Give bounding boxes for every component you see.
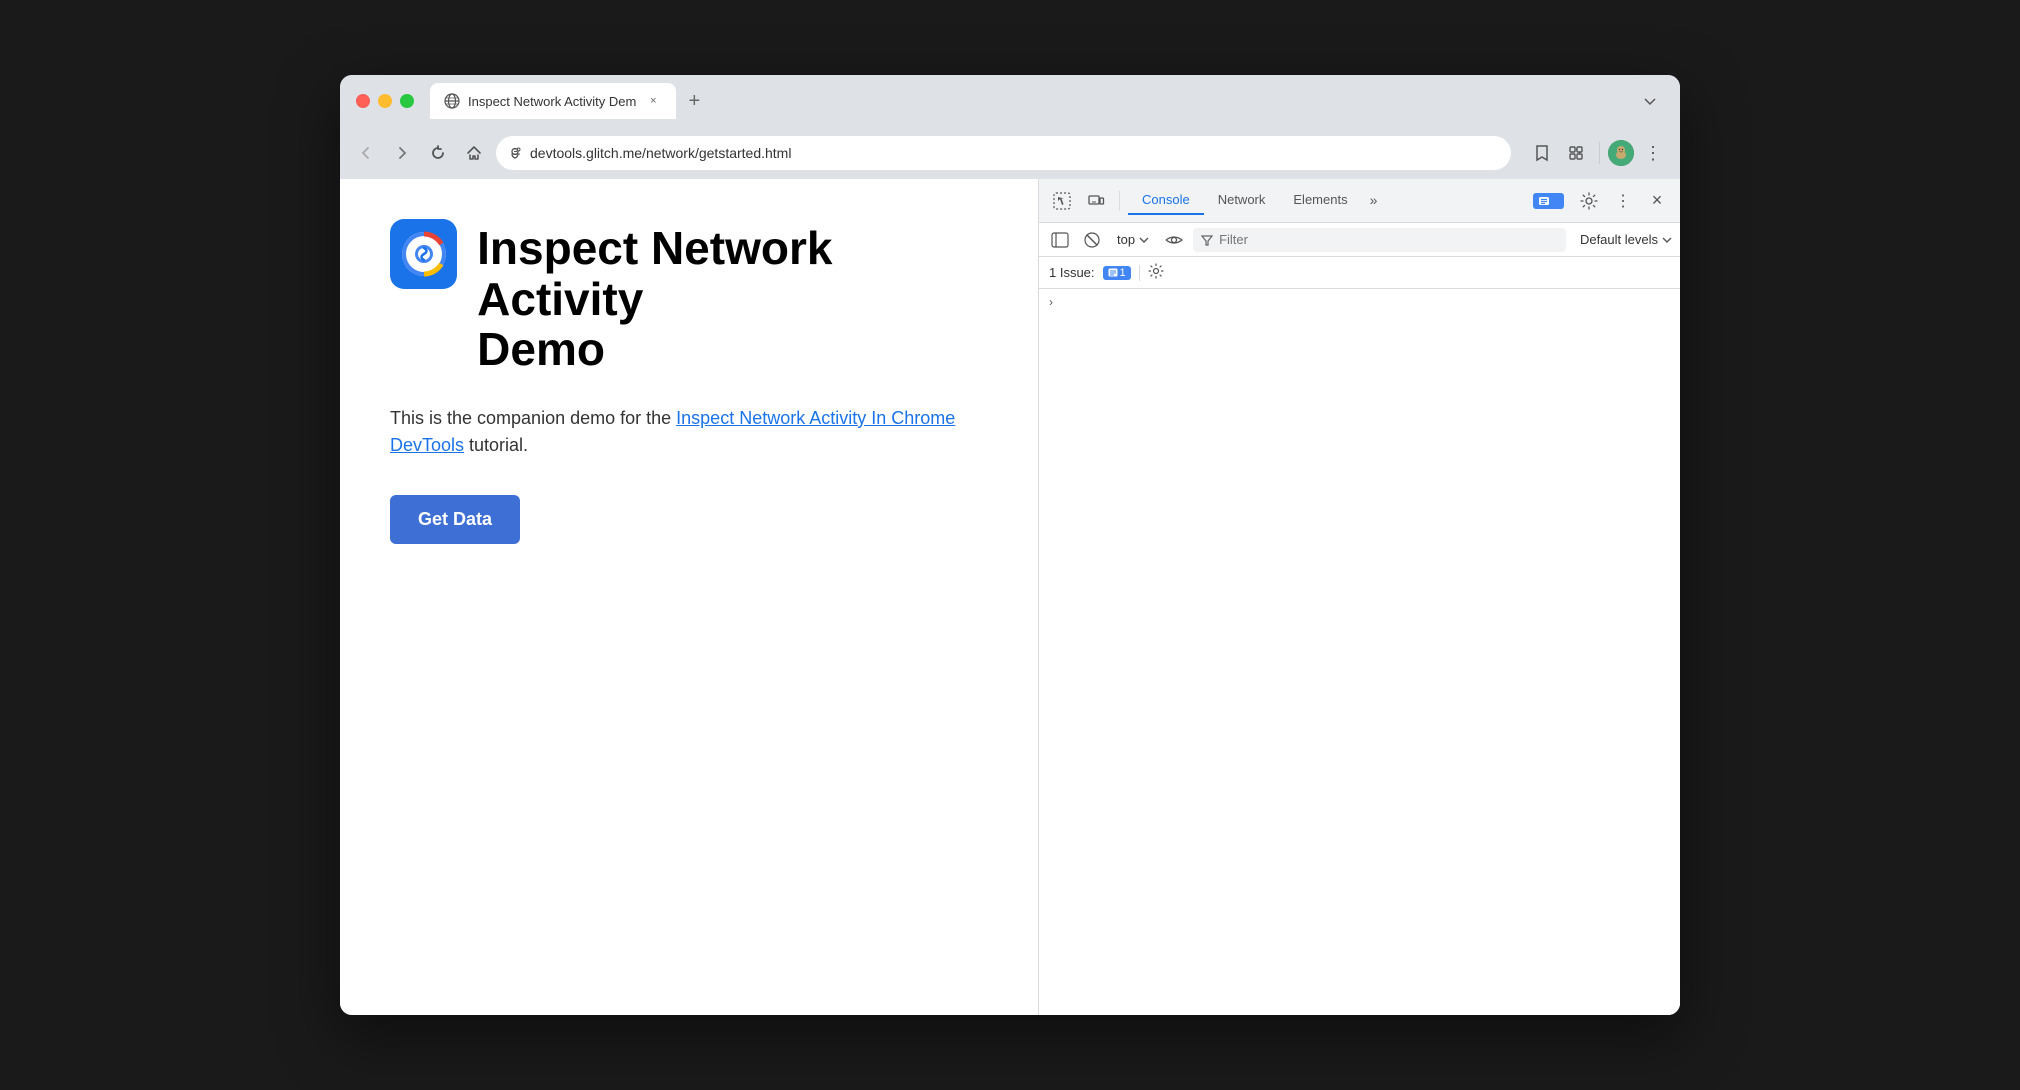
refresh-button[interactable] — [424, 139, 452, 167]
clear-console-button[interactable] — [1079, 227, 1105, 253]
bookmark-icon — [1533, 144, 1551, 162]
console-tab[interactable]: Console — [1128, 186, 1204, 215]
context-arrow-icon — [1139, 236, 1149, 244]
new-tab-button[interactable]: + — [680, 87, 708, 115]
device-toolbar-icon — [1087, 192, 1105, 210]
devtools-panel: Console Network Elements » 1 — [1038, 179, 1680, 1015]
minimize-traffic-light[interactable] — [378, 94, 392, 108]
issues-bar-label: 1 Issue: — [1049, 265, 1095, 280]
home-icon — [466, 145, 482, 161]
inspect-element-button[interactable] — [1047, 186, 1077, 216]
tab-title: Inspect Network Activity Dem — [468, 94, 636, 109]
more-tabs-button[interactable]: » — [1362, 186, 1386, 216]
issues-count: 1 — [1552, 194, 1559, 208]
bookmark-button[interactable] — [1527, 138, 1557, 168]
page-content: Inspect Network Activity Demo This is th… — [340, 179, 1038, 1015]
address-bar-actions: ⋮ — [1527, 138, 1668, 168]
gear-icon — [1580, 192, 1598, 210]
levels-arrow-icon — [1662, 236, 1672, 244]
devtools-close-button[interactable]: × — [1642, 186, 1672, 216]
issues-gear-icon — [1148, 263, 1164, 279]
page-title: Inspect Network Activity Demo — [477, 223, 988, 375]
back-icon — [358, 145, 374, 161]
extension-button[interactable] — [1561, 138, 1591, 168]
toolbar-divider — [1599, 142, 1600, 164]
devtools-tabs: Console Network Elements » — [1128, 186, 1529, 216]
site-logo — [390, 219, 457, 289]
eye-button[interactable] — [1161, 227, 1187, 253]
sidebar-icon — [1051, 232, 1069, 248]
forward-button[interactable] — [388, 139, 416, 167]
chrome-menu-button[interactable]: ⋮ — [1638, 138, 1668, 168]
devtools-more-button[interactable]: ⋮ — [1608, 186, 1638, 216]
network-tab[interactable]: Network — [1204, 186, 1280, 215]
security-icon — [508, 146, 522, 160]
extension-icon — [1567, 144, 1585, 162]
address-bar[interactable]: devtools.glitch.me/network/getstarted.ht… — [496, 136, 1511, 170]
toolbar-separator — [1119, 191, 1120, 211]
issues-count-display[interactable]: 1 — [1103, 266, 1131, 280]
chrome-os-bar: Inspect Network Activity Dem × + — [340, 75, 1680, 127]
home-button[interactable] — [460, 139, 488, 167]
url-text: devtools.glitch.me/network/getstarted.ht… — [530, 145, 1499, 161]
tab-bar-end — [1636, 87, 1664, 115]
maximize-traffic-light[interactable] — [400, 94, 414, 108]
filter-icon — [1201, 234, 1213, 246]
issues-badge-bar: 1 — [1103, 266, 1131, 280]
issues-bar-count: 1 — [1120, 267, 1126, 279]
chevron-down-icon — [1643, 94, 1657, 108]
console-row-chevron[interactable]: › — [1049, 295, 1053, 309]
traffic-lights — [356, 94, 414, 108]
console-toolbar: top — [1039, 223, 1680, 257]
clear-icon — [1084, 232, 1100, 248]
issues-bar-divider — [1139, 265, 1140, 281]
profile-icon — [1608, 140, 1634, 166]
console-content: › — [1039, 289, 1680, 1015]
get-data-button[interactable]: Get Data — [390, 495, 520, 544]
address-bar-area: devtools.glitch.me/network/getstarted.ht… — [340, 127, 1680, 179]
console-row: › — [1039, 293, 1680, 311]
default-levels-label: Default levels — [1580, 232, 1658, 247]
issues-icon — [1538, 196, 1550, 206]
default-levels-selector[interactable]: Default levels — [1580, 232, 1672, 247]
console-filter[interactable] — [1193, 228, 1566, 252]
context-selector[interactable]: top — [1111, 230, 1155, 249]
profile-avatar[interactable] — [1608, 140, 1634, 166]
tab-overflow-button[interactable] — [1636, 87, 1664, 115]
browser-window: Inspect Network Activity Dem × + — [340, 75, 1680, 1015]
console-sidebar-button[interactable] — [1047, 227, 1073, 253]
tab-favicon-icon — [444, 93, 460, 109]
elements-tab[interactable]: Elements — [1279, 186, 1361, 215]
devtools-settings-button[interactable] — [1574, 186, 1604, 216]
chrome-logo-icon — [399, 229, 449, 279]
tab-close-button[interactable]: × — [644, 92, 662, 110]
filter-input[interactable] — [1219, 232, 1558, 247]
context-label: top — [1117, 232, 1135, 247]
active-tab[interactable]: Inspect Network Activity Dem × — [430, 83, 676, 119]
forward-icon — [394, 145, 410, 161]
close-traffic-light[interactable] — [356, 94, 370, 108]
profile-image — [1608, 140, 1634, 166]
issues-badge-icon: 1 — [1533, 193, 1564, 209]
device-toolbar-button[interactable] — [1081, 186, 1111, 216]
page-description: This is the companion demo for the Inspe… — [390, 405, 988, 459]
issues-badge[interactable]: 1 — [1533, 193, 1564, 209]
eye-icon — [1165, 233, 1183, 247]
back-button[interactable] — [352, 139, 380, 167]
refresh-icon — [430, 145, 446, 161]
inspect-icon — [1053, 192, 1071, 210]
issues-bar: 1 Issue: 1 — [1039, 257, 1680, 289]
issues-bar-icon — [1108, 268, 1118, 277]
devtools-toolbar: Console Network Elements » 1 — [1039, 179, 1680, 223]
issues-bar-gear-button[interactable] — [1148, 263, 1164, 282]
tab-bar: Inspect Network Activity Dem × + — [430, 83, 1628, 119]
page-heading: Inspect Network Activity Demo — [390, 219, 988, 375]
main-area: Inspect Network Activity Demo This is th… — [340, 179, 1680, 1015]
